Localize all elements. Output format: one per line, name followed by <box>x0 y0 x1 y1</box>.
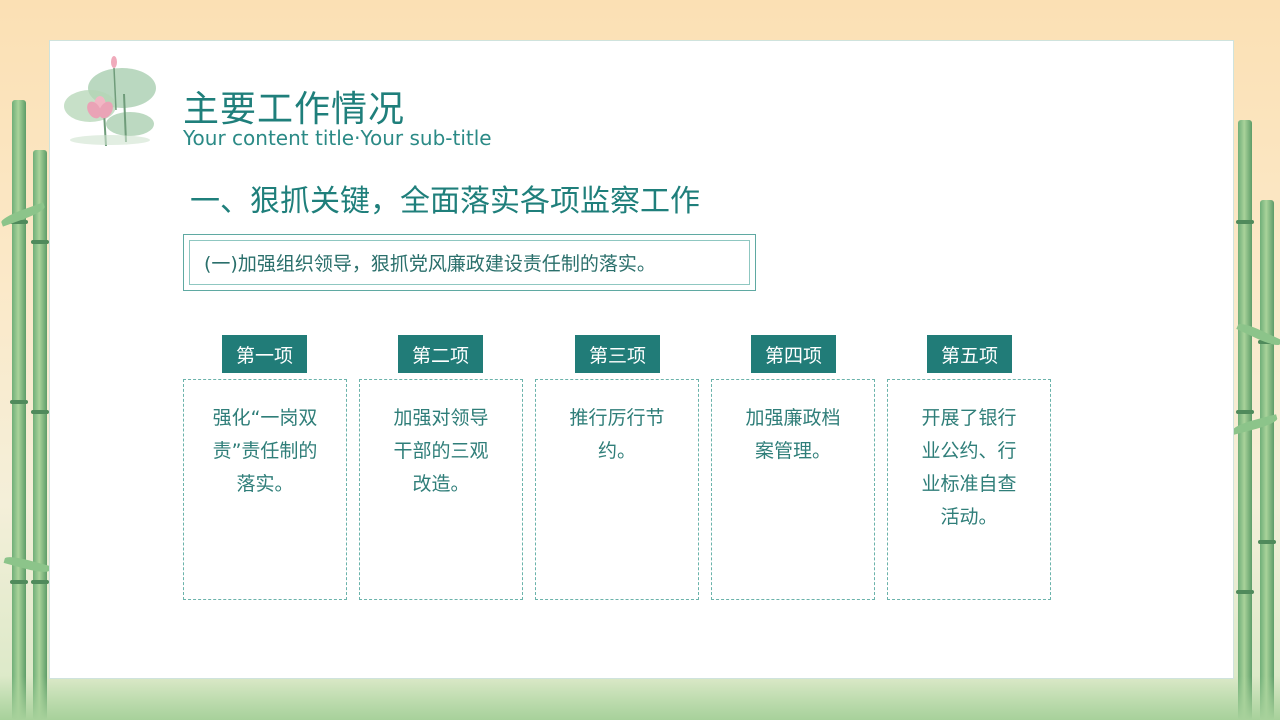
item-tag-4: 第四项 <box>751 335 836 373</box>
item-card-5: 开展了银行业公约、行业标准自查活动。 <box>887 379 1051 600</box>
page-title: 主要工作情况 <box>183 89 406 130</box>
page-subtitle: Your content title·Your sub-title <box>183 126 492 150</box>
item-text-4: 加强廉政档案管理。 <box>745 407 841 462</box>
section-heading: 一、狠抓关键，全面落实各项监察工作 <box>190 184 700 219</box>
subsection-box: (一)加强组织领导，狠抓党风廉政建设责任制的落实。 <box>183 234 756 291</box>
item-card-2: 加强对领导干部的三观改造。 <box>359 379 523 600</box>
item-tag-2: 第二项 <box>398 335 483 373</box>
background-ground <box>0 676 1280 720</box>
item-tag-1: 第一项 <box>222 335 307 373</box>
bamboo-stalk <box>1258 200 1276 720</box>
item-card-4: 加强廉政档案管理。 <box>711 379 875 600</box>
item-card-1: 强化“一岗双责”责任制的落实。 <box>183 379 347 600</box>
item-text-1: 强化“一岗双责”责任制的落实。 <box>212 407 318 495</box>
item-tag-3: 第三项 <box>575 335 660 373</box>
item-tag-5: 第五项 <box>927 335 1012 373</box>
bamboo-stalk <box>31 150 49 720</box>
subsection-text: (一)加强组织领导，狠抓党风廉政建设责任制的落实。 <box>204 253 656 275</box>
item-text-3: 推行厉行节约。 <box>569 407 665 462</box>
lotus-illustration-icon <box>64 56 156 147</box>
item-text-2: 加强对领导干部的三观改造。 <box>393 407 489 495</box>
bamboo-stalk <box>10 100 28 720</box>
item-card-3: 推行厉行节约。 <box>535 379 699 600</box>
item-text-5: 开展了银行业公约、行业标准自查活动。 <box>921 407 1017 528</box>
